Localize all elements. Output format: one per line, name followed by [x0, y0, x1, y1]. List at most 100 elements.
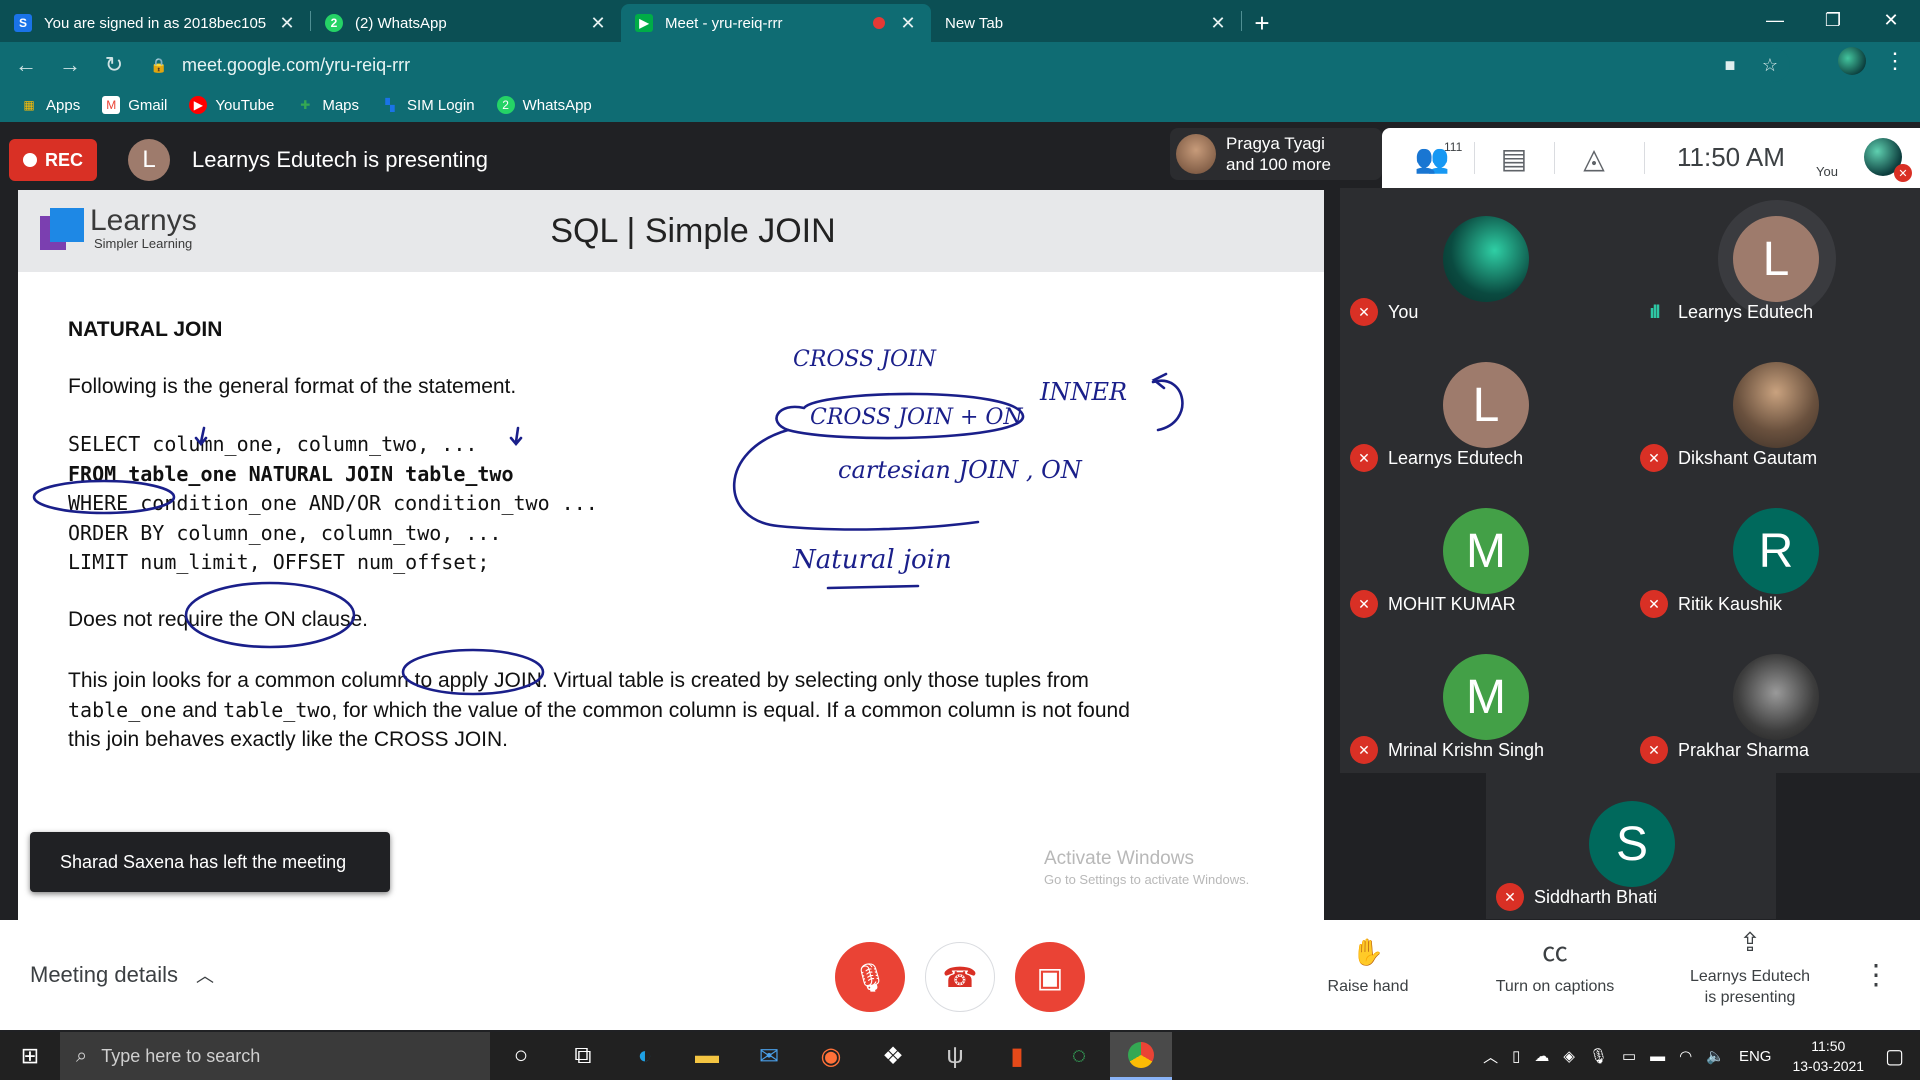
file-explorer-icon[interactable]: ▬: [676, 1032, 738, 1080]
office-icon[interactable]: ▮: [986, 1032, 1048, 1080]
presentation-button[interactable]: ⇪ Learnys Edutech is presenting: [1670, 927, 1830, 1008]
bookmark-whatsapp[interactable]: 2 WhatsApp: [496, 96, 592, 114]
mic-off-icon: ✕: [1640, 444, 1668, 472]
divider: [1554, 142, 1555, 174]
language-indicator[interactable]: ENG: [1739, 1048, 1772, 1065]
device-icon[interactable]: ▯: [1512, 1047, 1520, 1065]
notification-icon[interactable]: ▢: [1885, 1044, 1904, 1069]
participant-tile[interactable]: ✕ Prakhar Sharma: [1630, 626, 1920, 772]
meeting-details-button[interactable]: Meeting details ︿: [30, 962, 214, 988]
tab-new[interactable]: New Tab ✕: [931, 4, 1241, 42]
participant-tile[interactable]: S ✕ Siddharth Bhati: [1486, 773, 1776, 919]
tab-whatsapp[interactable]: 2 (2) WhatsApp ✕: [311, 4, 621, 42]
chevron-up-icon[interactable]: ︿: [1483, 1046, 1498, 1067]
browser-toolbar: ← → ↻ 🔒 meet.google.com/yru-reiq-rrr ■ ☆…: [0, 42, 1920, 88]
wifi-icon[interactable]: ◠: [1679, 1047, 1692, 1065]
bookmarks-bar: ▦ Apps M Gmail ▶ YouTube ✚ Maps ▚ SIM Lo…: [0, 88, 1920, 122]
task-view-icon[interactable]: ⧉: [552, 1032, 614, 1080]
dropbox-icon[interactable]: ❖: [862, 1032, 924, 1080]
captions-icon: ㏄: [1541, 937, 1568, 967]
bookmark-maps[interactable]: ✚ Maps: [296, 96, 359, 114]
taskbar-clock[interactable]: 11:50 13-03-2021: [1792, 1036, 1864, 1076]
tab-signin[interactable]: S You are signed in as 2018bec105 ✕: [0, 4, 310, 42]
camera-toggle-button[interactable]: ▣: [1015, 942, 1085, 1012]
participant-tile[interactable]: L ✕ Learnys Edutech: [1340, 334, 1630, 480]
participant-name-row: ✕ Prakhar Sharma: [1640, 736, 1809, 764]
camera-icon[interactable]: ■: [1710, 55, 1750, 76]
participant-tile[interactable]: M ✕ Mrinal Krishn Singh: [1340, 626, 1630, 772]
participant-name-row: ıll Learnys Edutech: [1640, 298, 1813, 326]
profile-avatar[interactable]: [1838, 47, 1866, 75]
reload-icon[interactable]: ↻: [96, 47, 132, 83]
chat-icon[interactable]: ▤: [1494, 140, 1534, 176]
close-icon[interactable]: ✕: [278, 13, 296, 34]
taskbar-search[interactable]: ⌕ Type here to search: [60, 1032, 490, 1080]
recording-dot-icon: [873, 17, 885, 29]
captions-button[interactable]: ㏄ Turn on captions: [1480, 937, 1630, 997]
sim-login-icon: ▚: [385, 98, 395, 112]
onedrive-icon[interactable]: ☁: [1534, 1047, 1549, 1065]
screen: { "browser": { "tabs": [ {"title": "You …: [0, 0, 1920, 1080]
left-meeting-toast: Sharad Saxena has left the meeting: [30, 832, 390, 892]
bookmark-youtube[interactable]: ▶ YouTube: [189, 96, 274, 114]
participant-tile[interactable]: M ✕ MOHIT KUMAR: [1340, 480, 1630, 626]
participant-name-row: ✕ You: [1350, 298, 1418, 326]
minimize-icon[interactable]: —: [1746, 0, 1804, 40]
meet-top-controls: 👥 111 ▤ ◬ 11:50 AM You ✕: [1382, 128, 1920, 188]
bookmark-sim-login[interactable]: ▚ SIM Login: [381, 96, 474, 114]
lock-icon: 🔒: [150, 56, 168, 73]
close-icon[interactable]: ✕: [1209, 13, 1227, 34]
loader-icon[interactable]: ◌: [1048, 1032, 1110, 1080]
self-label: You: [1816, 164, 1838, 179]
hand-icon: ✋: [1351, 937, 1385, 967]
participant-tile[interactable]: ✕ You: [1340, 188, 1630, 334]
present-screen-icon: ⇪: [1739, 927, 1761, 957]
apps-grid-icon: ▦: [23, 98, 35, 112]
participant-tile[interactable]: L ıll Learnys Edutech: [1630, 188, 1920, 334]
new-tab-button[interactable]: +: [1242, 4, 1282, 42]
more-options-icon[interactable]: ⋮: [1862, 958, 1890, 991]
predator-sense-icon[interactable]: ψ: [924, 1032, 986, 1080]
active-speaker-chip[interactable]: Pragya Tyagi and 100 more: [1170, 128, 1382, 180]
leave-call-button[interactable]: ☎: [925, 942, 995, 1012]
restore-icon[interactable]: ❐: [1804, 0, 1862, 40]
presentation-slide: Learnys Simpler Learning SQL | Simple JO…: [18, 190, 1324, 922]
close-icon[interactable]: ✕: [589, 13, 607, 34]
mail-icon[interactable]: ✉: [738, 1032, 800, 1080]
bookmark-gmail[interactable]: M Gmail: [102, 96, 167, 114]
chrome-icon[interactable]: [1110, 1032, 1172, 1080]
url-text[interactable]: meet.google.com/yru-reiq-rrr: [182, 55, 1710, 76]
forward-icon[interactable]: →: [52, 47, 88, 83]
close-window-icon[interactable]: ✕: [1862, 0, 1920, 40]
rec-badge[interactable]: REC: [9, 139, 97, 181]
security-icon[interactable]: ◈: [1563, 1047, 1575, 1065]
activities-icon[interactable]: ◬: [1574, 140, 1614, 176]
display-icon[interactable]: ▭: [1622, 1047, 1636, 1065]
firefox-icon[interactable]: ◉: [800, 1032, 862, 1080]
battery-icon[interactable]: ▬: [1650, 1048, 1665, 1065]
mic-off-icon: ✕: [1350, 298, 1378, 326]
volume-icon[interactable]: 🔈: [1706, 1047, 1725, 1065]
bookmark-apps[interactable]: ▦ Apps: [20, 96, 80, 114]
mic-toggle-button[interactable]: 🎙: [835, 942, 905, 1012]
mic-off-icon: ✕: [1640, 590, 1668, 618]
ink-text-cross-join: CROSS JOIN: [793, 347, 937, 372]
back-icon[interactable]: ←: [8, 47, 44, 83]
tab-title: New Tab: [945, 14, 1004, 32]
menu-icon[interactable]: ⋮: [1884, 48, 1906, 74]
mic-off-icon: ✕: [1496, 883, 1524, 911]
microphone-icon[interactable]: 🎙: [1589, 1047, 1608, 1065]
raise-hand-button[interactable]: ✋ Raise hand: [1318, 937, 1418, 997]
windows-start-icon[interactable]: ⊞: [0, 1032, 60, 1080]
activate-windows-watermark: Activate Windows Go to Settings to activ…: [1044, 848, 1249, 887]
whatsapp-icon: 2: [325, 14, 343, 32]
participant-tile[interactable]: R ✕ Ritik Kaushik: [1630, 480, 1920, 626]
cortana-icon[interactable]: ○: [490, 1032, 552, 1080]
edge-icon[interactable]: ◐: [614, 1032, 676, 1080]
close-icon[interactable]: ✕: [899, 13, 917, 34]
search-placeholder: Type here to search: [101, 1045, 261, 1066]
star-icon[interactable]: ☆: [1750, 55, 1790, 76]
tab-meet[interactable]: ▶ Meet - yru-reiq-rrr ✕: [621, 4, 931, 42]
participant-tile[interactable]: ✕ Dikshant Gautam: [1630, 334, 1920, 480]
address-bar[interactable]: 🔒 meet.google.com/yru-reiq-rrr ■ ☆: [150, 48, 1790, 82]
